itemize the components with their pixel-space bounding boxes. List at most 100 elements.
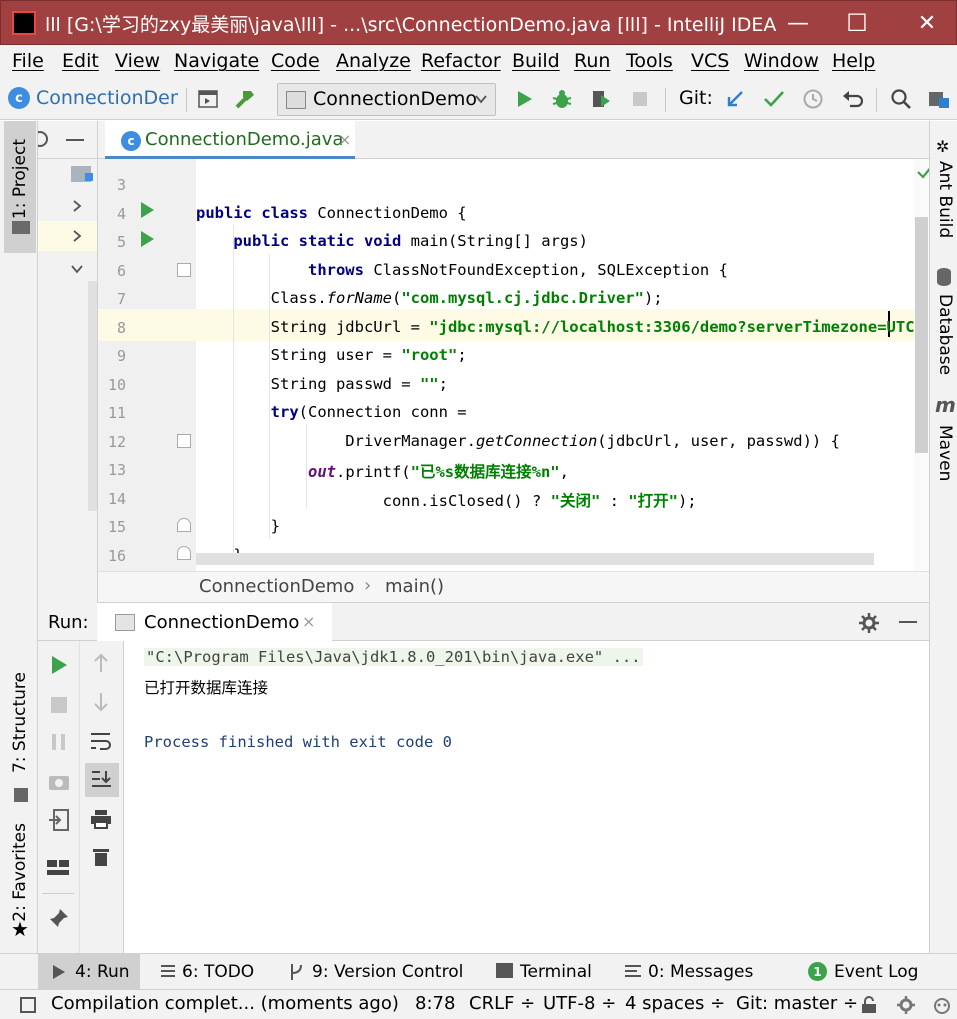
- stop-icon[interactable]: [628, 87, 652, 111]
- menu-file[interactable]: File: [12, 50, 44, 72]
- hide-panel-icon[interactable]: [899, 621, 917, 623]
- build-hammer-icon[interactable]: [233, 87, 257, 111]
- git-update-icon[interactable]: [723, 87, 747, 111]
- close-tab-icon[interactable]: ×: [302, 612, 315, 631]
- code-line[interactable]: String passwd = "";: [196, 375, 448, 393]
- gear-icon[interactable]: [858, 612, 880, 634]
- tab-connectiondemo-java[interactable]: c ConnectionDemo.java ×: [105, 121, 355, 159]
- tree-collapsed-icon[interactable]: [71, 199, 83, 213]
- status-message[interactable]: Compilation complet... (moments ago): [51, 993, 399, 1014]
- history-clock-icon[interactable]: [801, 87, 825, 111]
- project-structure-icon[interactable]: [927, 87, 951, 111]
- pause-icon[interactable]: [50, 733, 68, 751]
- run-class-gutter-icon[interactable]: [139, 201, 155, 219]
- tab-structure[interactable]: 7: Structure: [4, 666, 36, 816]
- breadcrumb-method[interactable]: main(): [385, 576, 444, 597]
- vertical-scrollbar[interactable]: [914, 159, 933, 571]
- tree-expand-icon[interactable]: [70, 263, 84, 275]
- inspection-settings-icon[interactable]: [896, 995, 916, 1015]
- breadcrumb-class[interactable]: ConnectionDemo: [199, 576, 354, 597]
- code-editor[interactable]: public class ConnectionDemo { public sta…: [196, 159, 914, 571]
- code-line[interactable]: String user = "root";: [196, 346, 467, 364]
- menu-analyze[interactable]: Analyze: [336, 50, 411, 72]
- tab-version-control[interactable]: 9: Version Control: [312, 962, 463, 982]
- code-line[interactable]: String jdbcUrl = "jdbc:mysql://localhost…: [196, 318, 914, 336]
- menu-window[interactable]: Window: [744, 50, 819, 72]
- code-line[interactable]: Class.forName("com.mysql.cj.jdbc.Driver"…: [196, 289, 663, 307]
- run-config-selector[interactable]: ConnectionDemo: [277, 83, 496, 116]
- camera-dump-icon[interactable]: [48, 771, 70, 791]
- lock-icon[interactable]: [860, 996, 878, 1014]
- toggle-tool-windows-icon[interactable]: [20, 997, 36, 1013]
- tab-ant-build[interactable]: ✲ Ant Build: [931, 135, 957, 245]
- encoding-selector[interactable]: UTF-8 ÷: [543, 993, 616, 1014]
- maximize-button[interactable]: ☐: [842, 9, 872, 37]
- pin-icon[interactable]: [48, 907, 70, 929]
- fold-icon[interactable]: [177, 263, 191, 277]
- print-icon[interactable]: [90, 809, 112, 829]
- settings-gear-icon[interactable]: [38, 129, 50, 149]
- fold-icon[interactable]: [177, 434, 191, 448]
- fold-icon[interactable]: [177, 546, 191, 560]
- horizontal-scrollbar[interactable]: [196, 553, 874, 565]
- layout-icon[interactable]: [46, 857, 70, 879]
- menu-code[interactable]: Code: [271, 50, 320, 72]
- tree-selected-row[interactable]: [38, 221, 97, 251]
- code-line[interactable]: try(Connection conn =: [196, 403, 467, 421]
- line-separator-selector[interactable]: CRLF ÷: [469, 993, 535, 1014]
- code-line[interactable]: }: [196, 517, 280, 535]
- hide-panel-icon[interactable]: [66, 139, 84, 141]
- soft-wrap-icon[interactable]: [90, 731, 112, 751]
- menu-navigate[interactable]: Navigate: [174, 50, 259, 72]
- close-button[interactable]: ✕: [912, 9, 942, 37]
- caret-position[interactable]: 8:78: [415, 993, 455, 1014]
- code-line[interactable]: throws ClassNotFoundException, SQLExcept…: [196, 261, 728, 279]
- indent-selector[interactable]: 4 spaces ÷: [625, 993, 725, 1014]
- menu-run[interactable]: Run: [574, 50, 610, 72]
- run-tab-connectiondemo[interactable]: ConnectionDemo ×: [97, 603, 332, 641]
- search-icon[interactable]: [889, 87, 913, 111]
- minimize-button[interactable]: —: [783, 9, 813, 37]
- restore-layout-icon[interactable]: [48, 809, 70, 831]
- run-window-icon[interactable]: [196, 87, 220, 111]
- tab-maven[interactable]: m Maven: [931, 393, 957, 483]
- run-icon[interactable]: [512, 87, 536, 111]
- code-line[interactable]: DriverManager.getConnection(jdbcUrl, use…: [196, 432, 840, 450]
- code-line[interactable]: out.printf("已%s数据库连接%n",: [196, 460, 569, 482]
- menu-build[interactable]: Build: [512, 50, 560, 72]
- trash-icon[interactable]: [92, 847, 110, 867]
- stop-icon[interactable]: [50, 696, 68, 714]
- tab-event-log[interactable]: Event Log: [834, 962, 918, 982]
- rerun-icon[interactable]: [50, 655, 68, 675]
- fold-icon[interactable]: [177, 518, 191, 532]
- git-branch-selector[interactable]: Git: master ÷: [736, 993, 858, 1014]
- rollback-undo-icon[interactable]: [840, 87, 864, 111]
- memory-indicator-icon[interactable]: [932, 995, 952, 1015]
- tab-todo[interactable]: 6: TODO: [182, 962, 254, 982]
- tree-collapsed-icon[interactable]: [71, 229, 83, 243]
- close-tab-icon[interactable]: ×: [338, 130, 351, 149]
- tab-database[interactable]: Database: [931, 266, 957, 376]
- tab-messages[interactable]: 0: Messages: [648, 962, 753, 982]
- tab-project[interactable]: 1: Project: [4, 121, 36, 253]
- coverage-icon[interactable]: [589, 87, 613, 111]
- code-line[interactable]: conn.isClosed() ? "关闭" : "打开");: [196, 489, 697, 511]
- menu-help[interactable]: Help: [832, 50, 875, 72]
- arrow-down-icon[interactable]: [92, 692, 110, 712]
- scroll-to-end-button[interactable]: [85, 763, 119, 797]
- arrow-up-icon[interactable]: [92, 653, 110, 673]
- code-line[interactable]: public static void main(String[] args): [196, 232, 588, 250]
- run-console[interactable]: "C:\Program Files\Java\jdk1.8.0_201\bin\…: [124, 641, 929, 953]
- menu-tools[interactable]: Tools: [626, 50, 673, 72]
- code-line[interactable]: public class ConnectionDemo {: [196, 204, 467, 222]
- menu-refactor[interactable]: Refactor: [421, 50, 501, 72]
- tab-run[interactable]: 4: Run: [38, 954, 140, 990]
- debug-bug-icon[interactable]: [550, 87, 574, 111]
- menu-edit[interactable]: Edit: [62, 50, 99, 72]
- menu-view[interactable]: View: [115, 50, 160, 72]
- tab-favorites[interactable]: 2: Favorites ★: [4, 821, 36, 946]
- menu-vcs[interactable]: VCS: [691, 50, 729, 72]
- tree-scrollbar[interactable]: [88, 281, 97, 511]
- git-commit-check-icon[interactable]: [762, 87, 786, 111]
- nav-bar-class[interactable]: ConnectionDemo: [36, 87, 178, 109]
